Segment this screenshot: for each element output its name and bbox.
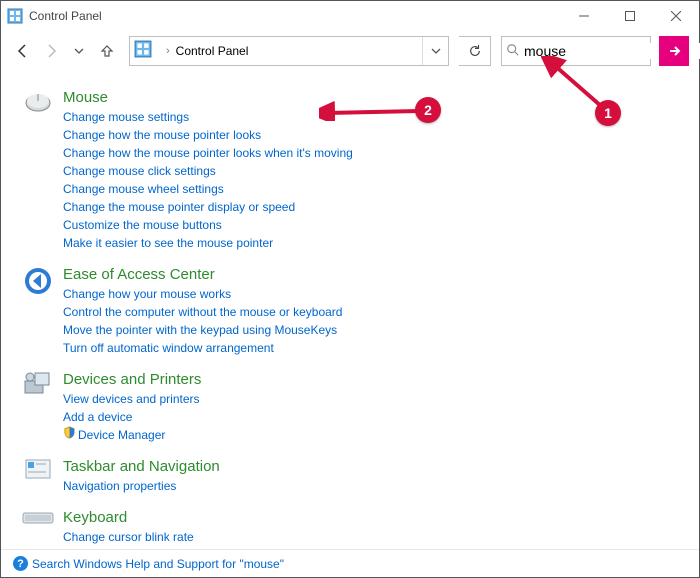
result-category: Keyboard Change cursor blink rate bbox=[21, 509, 681, 546]
result-link[interactable]: View devices and printers bbox=[63, 390, 681, 408]
maximize-button[interactable] bbox=[607, 1, 653, 31]
category-title[interactable]: Devices and Printers bbox=[63, 371, 681, 388]
result-link[interactable]: Change mouse wheel settings bbox=[63, 180, 681, 198]
close-button[interactable] bbox=[653, 1, 699, 31]
category-icon bbox=[21, 458, 55, 486]
result-link[interactable]: Navigation properties bbox=[63, 477, 681, 495]
chevron-right-icon: › bbox=[160, 45, 176, 57]
result-link[interactable]: Change how the mouse pointer looks bbox=[63, 126, 681, 144]
search-go-button[interactable] bbox=[659, 36, 689, 66]
category-icon bbox=[21, 266, 55, 294]
result-link[interactable]: Change how your mouse works bbox=[63, 285, 681, 303]
search-box[interactable] bbox=[501, 36, 651, 66]
result-category: Taskbar and Navigation Navigation propert… bbox=[21, 458, 681, 495]
result-link[interactable]: Control the computer without the mouse o… bbox=[63, 303, 681, 321]
navigation-toolbar: › Control Panel bbox=[1, 31, 699, 71]
category-icon bbox=[21, 89, 55, 117]
breadcrumb-icon bbox=[134, 40, 156, 62]
search-results: MouseChange mouse settingsChange how the… bbox=[1, 71, 699, 549]
back-button[interactable] bbox=[11, 39, 35, 63]
search-icon bbox=[506, 43, 520, 60]
category-icon bbox=[21, 509, 55, 537]
category-title[interactable]: Ease of Access Center bbox=[63, 266, 681, 283]
titlebar: Control Panel bbox=[1, 1, 699, 31]
result-link[interactable]: Change cursor blink rate bbox=[63, 528, 681, 546]
annotation-callout-1: 1 bbox=[595, 100, 621, 126]
address-bar[interactable]: › Control Panel bbox=[129, 36, 449, 66]
result-link[interactable]: Turn off automatic window arrangement bbox=[63, 339, 681, 357]
category-title[interactable]: Keyboard bbox=[63, 509, 681, 526]
result-link[interactable]: Change the mouse pointer display or spee… bbox=[63, 198, 681, 216]
recent-locations-dropdown[interactable] bbox=[67, 39, 91, 63]
breadcrumb-text[interactable]: Control Panel bbox=[176, 44, 422, 58]
result-category: Devices and Printers View devices and pri… bbox=[21, 371, 681, 444]
result-category: Ease of Access Center Change how your mou… bbox=[21, 266, 681, 357]
minimize-button[interactable] bbox=[561, 1, 607, 31]
result-link[interactable]: Move the pointer with the keypad using M… bbox=[63, 321, 681, 339]
footer-bar: ? Search Windows Help and Support for "m… bbox=[1, 549, 699, 577]
forward-button[interactable] bbox=[39, 39, 63, 63]
help-icon: ? bbox=[13, 556, 28, 571]
window-title: Control Panel bbox=[29, 9, 102, 23]
category-title[interactable]: Taskbar and Navigation bbox=[63, 458, 681, 475]
control-panel-icon bbox=[7, 8, 23, 24]
result-link[interactable]: Change mouse click settings bbox=[63, 162, 681, 180]
shield-icon bbox=[63, 428, 76, 442]
result-link[interactable]: Add a device bbox=[63, 408, 681, 426]
refresh-button[interactable] bbox=[459, 36, 491, 66]
result-link[interactable]: Change mouse settings bbox=[63, 108, 681, 126]
category-title[interactable]: Mouse bbox=[63, 89, 681, 106]
result-link[interactable]: Make it easier to see the mouse pointer bbox=[63, 234, 681, 252]
result-category: MouseChange mouse settingsChange how the… bbox=[21, 89, 681, 252]
result-link[interactable]: Customize the mouse buttons bbox=[63, 216, 681, 234]
address-dropdown[interactable] bbox=[422, 37, 448, 65]
up-button[interactable] bbox=[95, 39, 119, 63]
category-icon bbox=[21, 371, 55, 399]
help-search-link[interactable]: Search Windows Help and Support for "mou… bbox=[32, 557, 284, 571]
annotation-callout-2: 2 bbox=[415, 97, 441, 123]
result-link[interactable]: Device Manager bbox=[63, 426, 681, 444]
result-link[interactable]: Change how the mouse pointer looks when … bbox=[63, 144, 681, 162]
